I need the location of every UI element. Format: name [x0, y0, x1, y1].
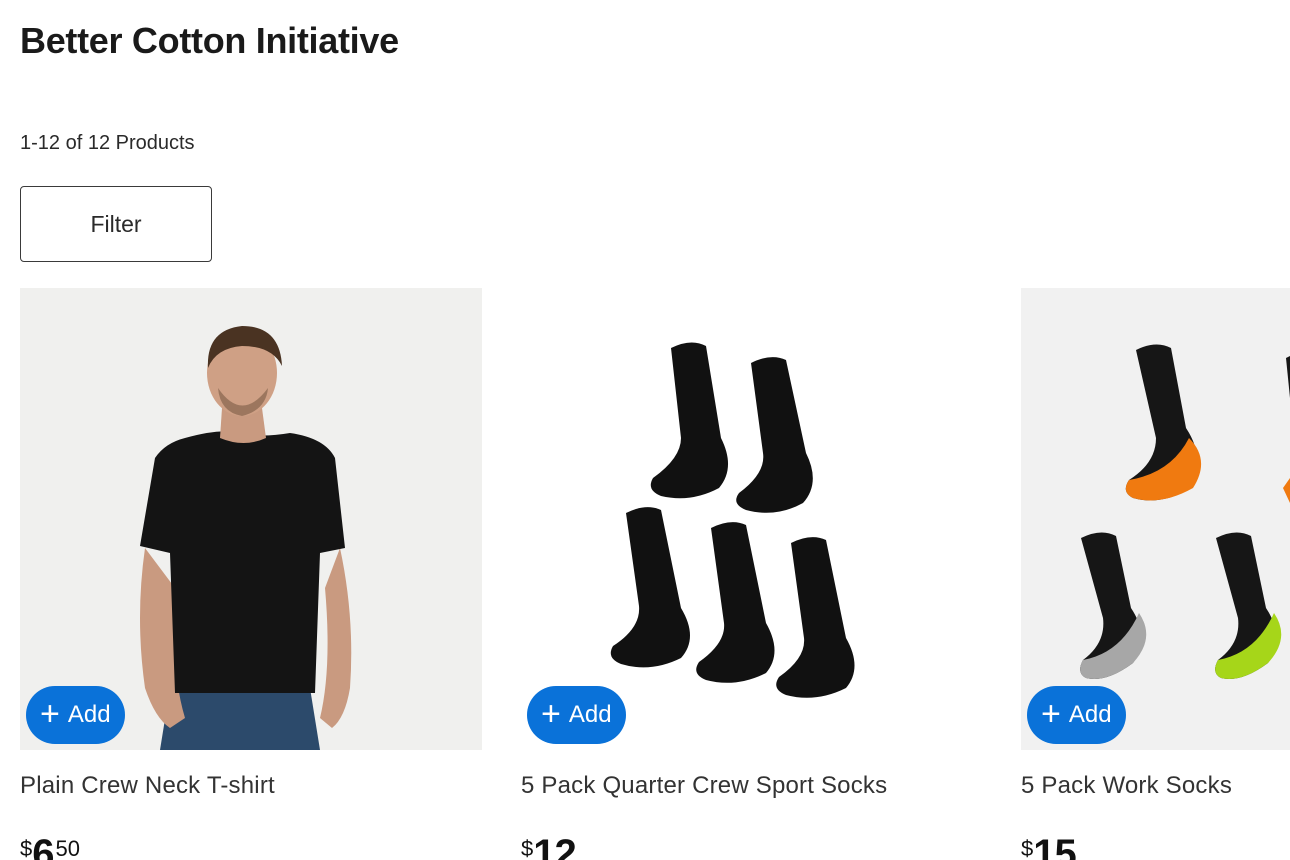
product-price: $ 15	[1021, 834, 1290, 860]
price-dollars: 6	[32, 832, 54, 860]
price-cents: 50	[55, 836, 80, 860]
page-title: Better Cotton Initiative	[20, 20, 399, 61]
product-card[interactable]: + Add 5 Pack Quarter Crew Sport Socks $ …	[521, 288, 983, 860]
result-count: 1-12 of 12 Products	[20, 132, 195, 154]
product-name[interactable]: 5 Pack Quarter Crew Sport Socks	[521, 772, 983, 800]
product-image-tshirt[interactable]: + Add	[20, 288, 482, 750]
price-currency: $	[20, 836, 33, 860]
product-card[interactable]: + Add 5 Pack Work Socks $ 15	[1021, 288, 1290, 860]
plus-icon: +	[541, 694, 561, 733]
price-currency: $	[521, 836, 534, 860]
product-price: $ 12	[521, 834, 983, 860]
add-button-label: Add	[67, 701, 111, 728]
price-dollars: 12	[533, 832, 576, 860]
price-dollars: 15	[1033, 832, 1076, 860]
plus-icon: +	[1041, 694, 1061, 733]
product-image-socks[interactable]: + Add	[521, 288, 983, 750]
add-to-cart-button[interactable]: + Add	[26, 686, 125, 744]
product-card[interactable]: + Add Plain Crew Neck T-shirt $ 6 50	[20, 288, 482, 860]
product-image-work-socks[interactable]: + Add	[1021, 288, 1290, 750]
product-name[interactable]: 5 Pack Work Socks	[1021, 772, 1290, 800]
add-button-label: Add	[1068, 701, 1112, 728]
add-to-cart-button[interactable]: + Add	[527, 686, 626, 744]
add-button-label: Add	[568, 701, 612, 728]
product-price: $ 6 50	[20, 834, 482, 860]
price-currency: $	[1021, 836, 1034, 860]
filter-button[interactable]: Filter	[20, 186, 212, 262]
add-to-cart-button[interactable]: + Add	[1027, 686, 1126, 744]
product-name[interactable]: Plain Crew Neck T-shirt	[20, 772, 482, 800]
plus-icon: +	[40, 694, 60, 733]
